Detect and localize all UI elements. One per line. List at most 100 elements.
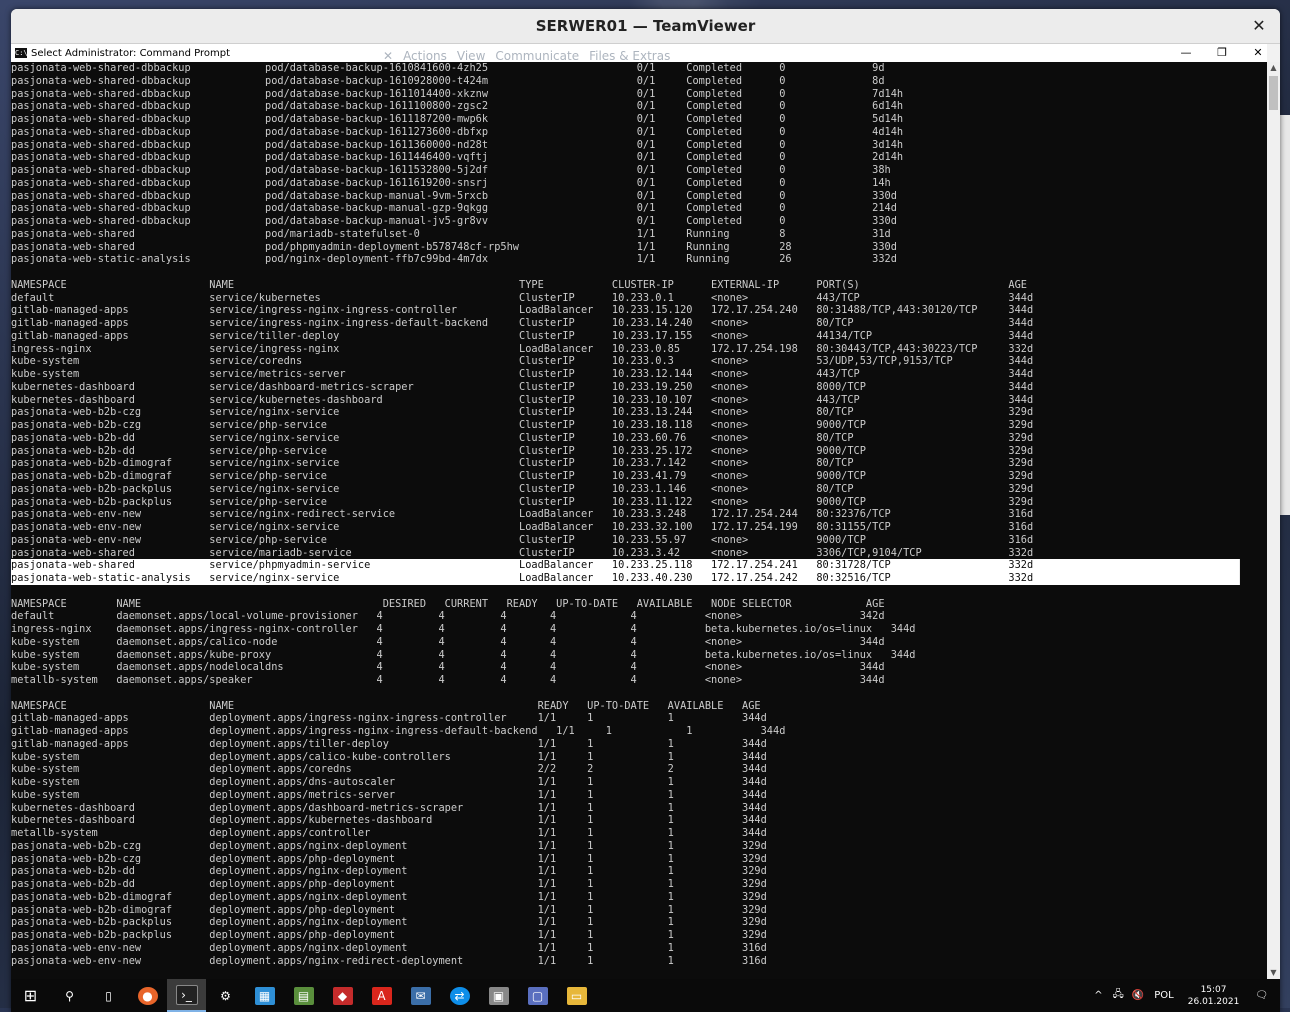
console-text: pasjonata-web-shared-dbbackup pod/databa… — [11, 62, 1240, 967]
console-line: pasjonata-web-shared-dbbackup pod/databa… — [11, 74, 885, 87]
scroll-thumb[interactable] — [1269, 76, 1278, 110]
console-line: kube-system deployment.apps/calico-kube-… — [11, 750, 767, 763]
scroll-down-arrow-icon[interactable]: ▼ — [1267, 967, 1280, 979]
folder-icon[interactable]: ▤ — [284, 979, 323, 1012]
teamviewer-titlebar: SERWER01 — TeamViewer ✕ — [11, 9, 1280, 44]
console-line: NAMESPACE NAME READY UP-TO-DATE AVAILABL… — [11, 699, 761, 712]
console-line: kube-system deployment.apps/dns-autoscal… — [11, 776, 767, 788]
console-line: pasjonata-web-shared-dbbackup pod/databa… — [11, 176, 891, 189]
network-status-icon[interactable]: 🖧 — [1109, 987, 1128, 1004]
volume-muted-icon[interactable]: 🔇 — [1128, 990, 1148, 1001]
console-line: default service/kubernetes ClusterIP 10.… — [11, 291, 1034, 304]
console-line: pasjonata-web-b2b-czg service/nginx-serv… — [11, 406, 1034, 419]
task-view-icon[interactable]: ▯ — [89, 979, 128, 1012]
app-icon[interactable]: ▦ — [245, 979, 284, 1012]
console-line: gitlab-managed-apps service/ingress-ngin… — [11, 304, 1034, 317]
console-line: pasjonata-web-shared service/phpmyadmin-… — [11, 559, 1240, 572]
console-line: pasjonata-web-shared-dbbackup pod/databa… — [11, 125, 904, 138]
console-line: pasjonata-web-shared service/mariadb-ser… — [11, 546, 1034, 559]
toolbar-actions[interactable]: Actions — [403, 49, 447, 63]
console-line: pasjonata-web-env-new deployment.apps/ng… — [11, 954, 767, 967]
console-line: pasjonata-web-b2b-dd service/nginx-servi… — [11, 431, 1034, 444]
toolbar-close-icon[interactable]: ✕ — [383, 49, 393, 63]
teamviewer-close-button[interactable]: ✕ — [1248, 15, 1270, 37]
minimize-button[interactable]: — — [1169, 44, 1203, 62]
console-line: pasjonata-web-shared-dbbackup pod/databa… — [11, 189, 897, 202]
console-line: NAMESPACE NAME TYPE CLUSTER-IP EXTERNAL-… — [11, 278, 1027, 291]
cmd-taskbar-icon[interactable]: ›_ — [167, 979, 206, 1012]
console-line: default daemonset.apps/local-volume-prov… — [11, 610, 885, 623]
console-line: metallb-system deployment.apps/controlle… — [11, 827, 767, 839]
close-button[interactable]: ✕ — [1241, 44, 1275, 62]
search-icon[interactable]: ⚲ — [50, 979, 89, 1012]
console-line: pasjonata-web-env-new service/nginx-serv… — [11, 521, 1034, 533]
scroll-up-arrow-icon[interactable]: ▲ — [1267, 62, 1280, 74]
notifications-icon[interactable]: 🗨 — [1247, 990, 1280, 1001]
console-line: ingress-nginx service/ingress-nginx Load… — [11, 342, 1034, 355]
toolbar-communicate[interactable]: Communicate — [495, 49, 579, 63]
clock-date: 26.01.2021 — [1187, 996, 1240, 1007]
tray-chevron-icon[interactable]: ^ — [1088, 990, 1108, 1001]
pdf-icon[interactable]: A — [362, 979, 401, 1012]
console-line: pasjonata-web-b2b-packplus deployment.ap… — [11, 929, 767, 941]
firefox-icon[interactable]: ● — [128, 979, 167, 1012]
console-output[interactable]: pasjonata-web-shared-dbbackup pod/databa… — [11, 62, 1267, 979]
console-line: kube-system service/coredns ClusterIP 10… — [11, 355, 1034, 368]
background-window-edge — [1280, 115, 1290, 515]
clock-time: 15:07 — [1200, 984, 1227, 995]
console-line: kube-system deployment.apps/metrics-serv… — [11, 788, 767, 801]
toolbar-files-extras[interactable]: Files & Extras — [589, 49, 670, 63]
console-line: gitlab-managed-apps service/tiller-deplo… — [11, 329, 1034, 342]
console-line: pasjonata-web-b2b-dimograf service/nginx… — [11, 457, 1034, 470]
console-line: pasjonata-web-static-analysis service/ng… — [11, 572, 1240, 585]
windows-taskbar: ⊞ ⚲ ▯ ● ›_ ⚙ ▦ ▤ ◆ A ✉ ⇄ ▣ ▢ ▭ ^ 🖧 🔇 POL… — [11, 979, 1280, 1012]
console-line: pasjonata-web-b2b-czg deployment.apps/ng… — [11, 839, 767, 852]
console-line: pasjonata-web-shared-dbbackup pod/databa… — [11, 202, 897, 215]
start-icon[interactable]: ⊞ — [11, 979, 50, 1012]
console-line: gitlab-managed-apps deployment.apps/ingr… — [11, 725, 786, 737]
remote-icon[interactable]: ▢ — [518, 979, 557, 1012]
teamviewer-icon[interactable]: ⇄ — [440, 979, 479, 1012]
network-icon[interactable]: ▣ — [479, 979, 518, 1012]
console-line: pasjonata-web-env-new service/php-servic… — [11, 533, 1034, 546]
console-line: pasjonata-web-shared-dbbackup pod/databa… — [11, 87, 904, 100]
explorer-icon[interactable]: ▭ — [557, 979, 596, 1012]
console-line: pasjonata-web-b2b-dimograf deployment.ap… — [11, 903, 767, 916]
settings-icon[interactable]: ⚙ — [206, 979, 245, 1012]
system-tray: ^ 🖧 🔇 POL 15:07 26.01.2021 🗨 — [1088, 979, 1280, 1012]
app-icon[interactable]: ◆ — [323, 979, 362, 1012]
console-line: pasjonata-web-shared-dbbackup pod/databa… — [11, 164, 891, 176]
console-line: pasjonata-web-b2b-dimograf deployment.ap… — [11, 890, 767, 903]
console-line: pasjonata-web-b2b-dd deployment.apps/ngi… — [11, 865, 767, 878]
console-line: kube-system daemonset.apps/calico-node 4… — [11, 635, 885, 648]
console-line: kube-system deployment.apps/coredns 2/2 … — [11, 763, 767, 776]
console-line: pasjonata-web-shared-dbbackup pod/databa… — [11, 138, 904, 151]
window-title: SERWER01 — TeamViewer — [535, 17, 756, 35]
clock[interactable]: 15:07 26.01.2021 — [1180, 984, 1248, 1008]
console-line: pasjonata-web-env-new deployment.apps/ng… — [11, 941, 767, 954]
console-line: pasjonata-web-shared pod/mariadb-statefu… — [11, 227, 891, 240]
cmd-app-icon: C:\ — [15, 48, 28, 58]
console-line: pasjonata-web-b2b-packplus service/php-s… — [11, 495, 1034, 508]
console-line: pasjonata-web-b2b-packplus deployment.ap… — [11, 916, 767, 929]
mail-icon[interactable]: ✉ — [401, 979, 440, 1012]
console-line: pasjonata-web-b2b-czg deployment.apps/ph… — [11, 852, 767, 865]
console-line: ingress-nginx daemonset.apps/ingress-ngi… — [11, 623, 916, 635]
console-line: pasjonata-web-shared-dbbackup pod/databa… — [11, 100, 904, 113]
restore-button[interactable]: ❐ — [1205, 44, 1239, 62]
console-line: kube-system service/metrics-server Clust… — [11, 368, 1034, 380]
console-line: pasjonata-web-shared pod/phpmyadmin-depl… — [11, 240, 897, 253]
console-line: pasjonata-web-b2b-dimograf service/php-s… — [11, 470, 1034, 482]
console-line: pasjonata-web-shared-dbbackup pod/databa… — [11, 62, 885, 74]
language-indicator[interactable]: POL — [1148, 990, 1179, 1001]
teamviewer-window: SERWER01 — TeamViewer ✕ C:\ Select Admin… — [11, 9, 1280, 1012]
console-line: pasjonata-web-b2b-dd deployment.apps/php… — [11, 878, 767, 890]
console-scrollbar[interactable]: ▲ ▼ — [1267, 62, 1280, 979]
cmd-title: Select Administrator: Command Prompt — [31, 47, 231, 59]
console-line: pasjonata-web-b2b-dd service/php-service… — [11, 444, 1034, 457]
console-line: kubernetes-dashboard service/kubernetes-… — [11, 393, 1034, 406]
toolbar-view[interactable]: View — [457, 49, 485, 63]
console-line: pasjonata-web-b2b-czg service/php-servic… — [11, 419, 1034, 431]
